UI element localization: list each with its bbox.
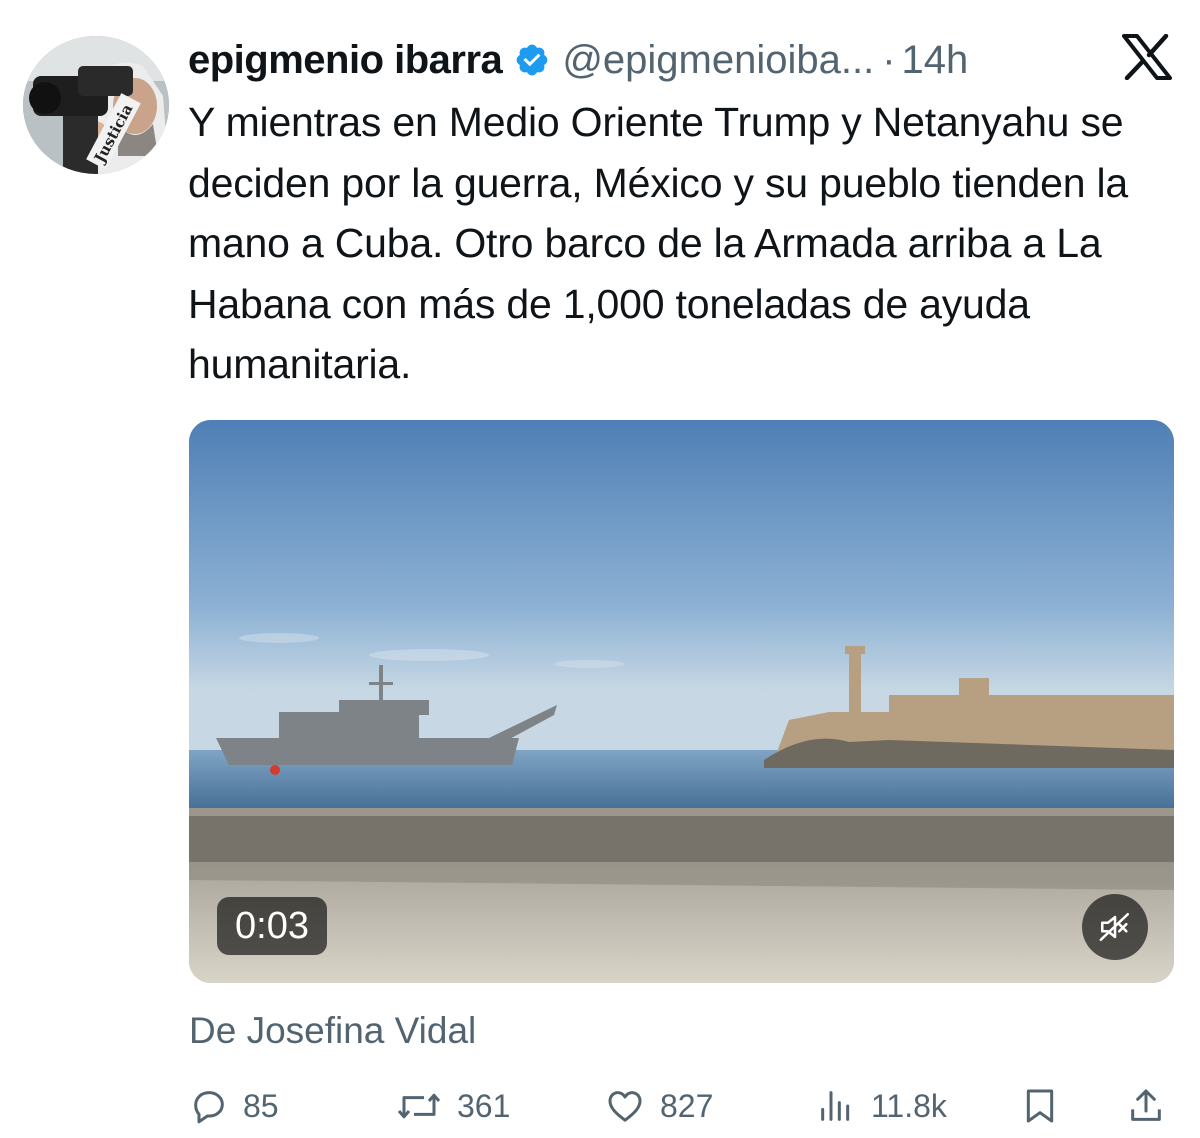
reply-button[interactable]: 85 [189,1078,279,1134]
views-icon [821,1091,850,1121]
repost-button[interactable]: 361 [395,1078,510,1134]
share-button[interactable] [1126,1078,1166,1134]
views-count: 11.8k [871,1087,947,1124]
repost-icon [397,1093,441,1119]
like-button[interactable]: 827 [604,1078,713,1134]
repost-count: 361 [457,1087,511,1124]
heart-icon [608,1091,642,1122]
author-avatar[interactable]: Justicia [23,36,169,174]
author-handle[interactable]: @epigmenioiba... [562,38,874,83]
mute-toggle-button[interactable] [1082,894,1148,960]
like-count: 827 [660,1087,714,1124]
tweet-header: epigmenio ibarra @epigmenioiba... · 14h [188,30,1128,90]
tweet-text: Y mientras en Medio Oriente Trump y Neta… [188,99,1129,387]
bookmark-button[interactable] [1020,1078,1060,1134]
bookmark-icon [1026,1089,1054,1123]
tweet-timestamp[interactable]: 14h [902,38,969,83]
author-display-name[interactable]: epigmenio ibarra [188,38,503,83]
views-button[interactable]: 11.8k [815,1078,947,1134]
reply-count: 85 [243,1087,279,1124]
share-icon [1131,1089,1161,1121]
x-logo-icon[interactable] [1122,33,1172,81]
video-timestamp: 0:03 [217,897,327,955]
video-player[interactable] [189,420,1174,983]
media-attribution[interactable]: De Josefina Vidal [189,1010,476,1052]
header-separator: · [882,37,896,82]
reply-icon [194,1091,224,1124]
action-bar: 85 361 827 11.8k [0,1078,1200,1138]
verified-badge-icon[interactable] [514,42,550,78]
muted-speaker-icon [1099,912,1130,942]
